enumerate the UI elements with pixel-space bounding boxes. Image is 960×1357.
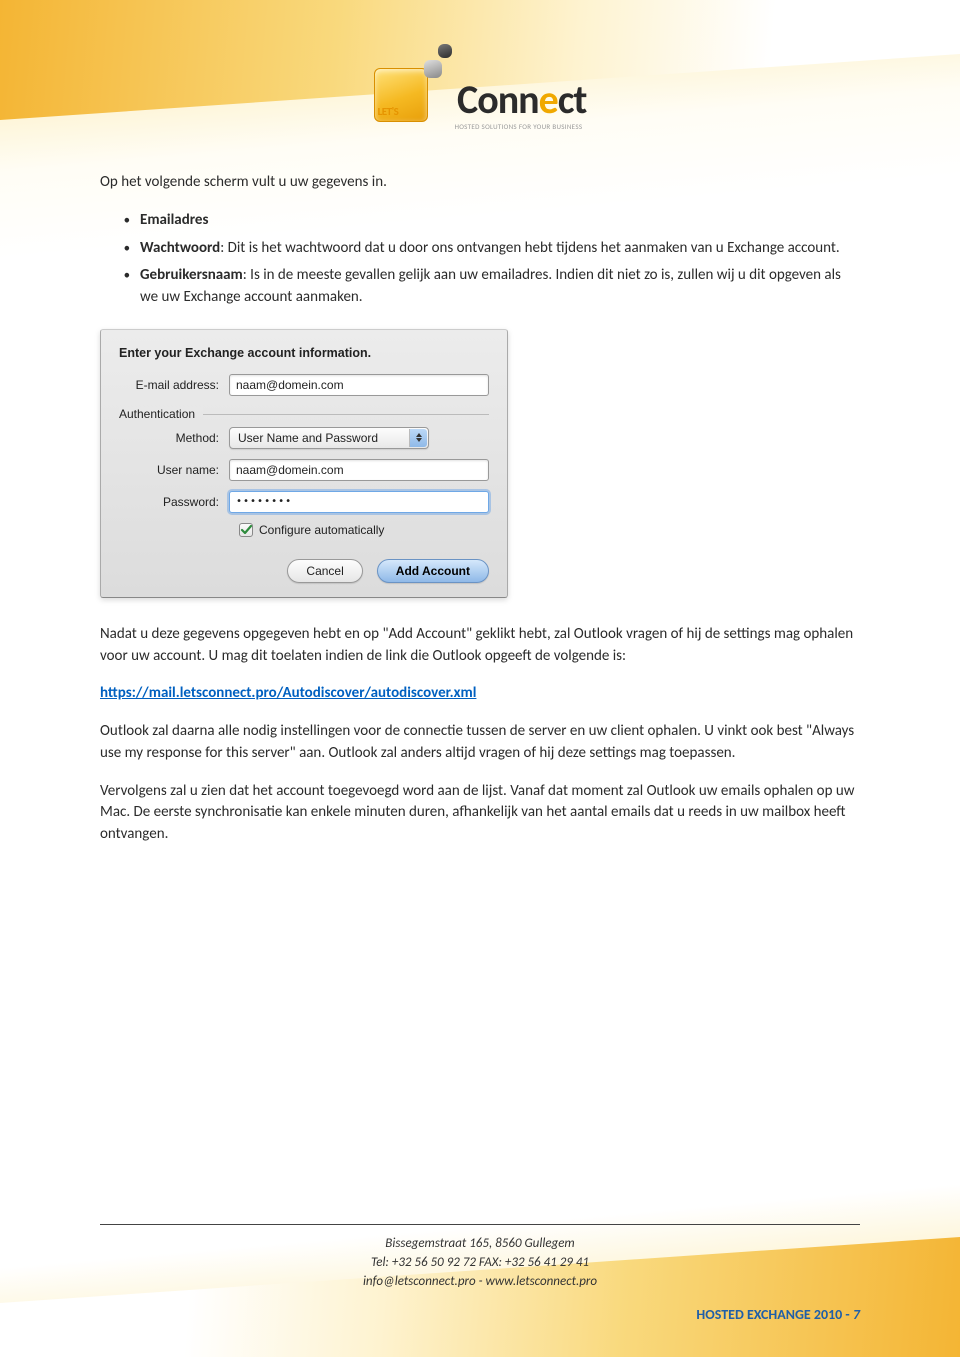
email-label: E-mail address:	[119, 378, 229, 392]
footer-phone: Tel: +32 56 50 92 72 FAX: +32 56 41 29 4…	[100, 1254, 860, 1273]
bullet-label: Gebruikersnaam	[140, 266, 243, 284]
intro-paragraph: Op het volgende scherm vult u uw gegeven…	[100, 172, 860, 194]
logo-lets: LET'S	[378, 105, 399, 118]
footer-contact: info@letsconnect.pro - www.letsconnect.p…	[100, 1273, 860, 1292]
method-label: Method:	[119, 431, 229, 445]
bullet-text: : Dit is het wachtwoord dat u door ons o…	[220, 239, 839, 257]
authentication-legend: Authentication	[119, 407, 203, 421]
page-footer: Bissegemstraat 165, 8560 Gullegem Tel: +…	[100, 1224, 860, 1323]
checkmark-icon	[240, 524, 252, 536]
logo-square-mid-icon	[424, 60, 442, 78]
configure-automatically-label: Configure automatically	[259, 523, 384, 537]
bullet-label: Emailadres	[140, 211, 208, 229]
paragraph-4: Vervolgens zal u zien dat het account to…	[100, 781, 860, 846]
page-content: LET'S Connect HOSTED SOLUTIONS FOR YOUR …	[0, 0, 960, 1357]
footer-address: Bissegemstraat 165, 8560 Gullegem	[100, 1235, 860, 1254]
username-field[interactable]	[229, 459, 489, 481]
bullet-label: Wachtwoord	[140, 239, 220, 257]
method-select-value: User Name and Password	[238, 431, 378, 445]
configure-automatically-checkbox[interactable]	[239, 523, 253, 537]
logo-wordmark: Connect	[457, 80, 586, 120]
exchange-account-dialog: Enter your Exchange account information.…	[100, 329, 508, 598]
password-label: Password:	[119, 495, 229, 509]
field-description-list: Emailadres Wachtwoord: Dit is het wachtw…	[136, 210, 860, 309]
bullet-text: : Is in de meeste gevallen gelijk aan uw…	[140, 266, 841, 306]
paragraph-3: Outlook zal daarna alle nodig instelling…	[100, 721, 860, 765]
logo-square-top-icon	[438, 44, 452, 58]
footer-divider	[100, 1224, 860, 1225]
page-number: 7	[853, 1306, 860, 1323]
list-item: Emailadres	[136, 210, 860, 232]
method-select[interactable]: User Name and Password	[229, 427, 429, 449]
list-item: Wachtwoord: Dit is het wachtwoord dat u …	[136, 238, 860, 260]
dialog-title: Enter your Exchange account information.	[119, 346, 489, 360]
logo: LET'S Connect HOSTED SOLUTIONS FOR YOUR …	[100, 50, 860, 134]
autodiscover-link[interactable]: https://mail.letsconnect.pro/Autodiscove…	[100, 684, 476, 702]
password-field[interactable]: ••••••••	[229, 491, 489, 513]
footer-doc-title: HOSTED EXCHANGE 2010 - 7	[100, 1306, 860, 1323]
select-stepper-icon	[409, 429, 427, 447]
add-account-button[interactable]: Add Account	[377, 559, 489, 583]
authentication-group: Authentication Method: User Name and Pas…	[119, 414, 489, 537]
username-label: User name:	[119, 463, 229, 477]
paragraph-after-dialog: Nadat u deze gegevens opgegeven hebt en …	[100, 624, 860, 668]
email-field[interactable]	[229, 374, 489, 396]
cancel-button[interactable]: Cancel	[287, 559, 362, 583]
list-item: Gebruikersnaam: Is in de meeste gevallen…	[136, 265, 860, 309]
